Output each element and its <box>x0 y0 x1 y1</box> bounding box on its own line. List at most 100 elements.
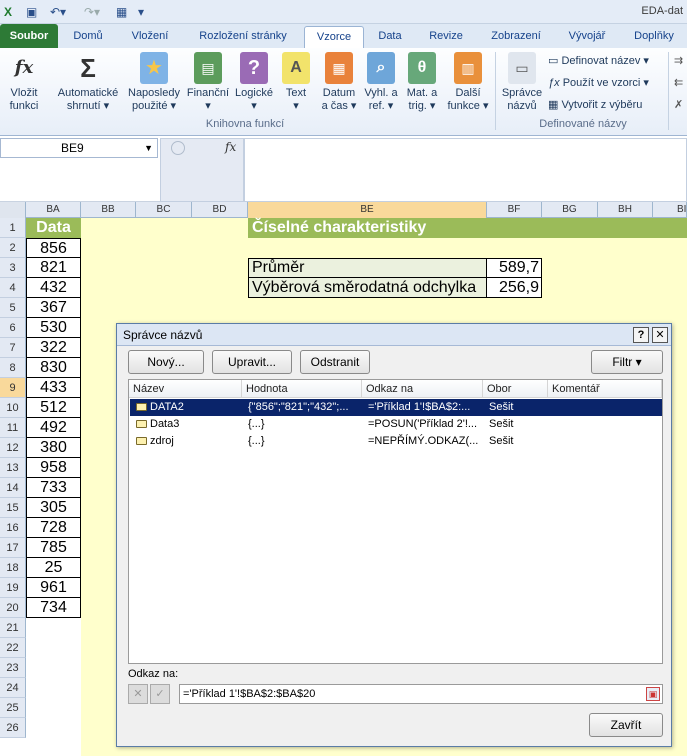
list-item[interactable]: DATA2 {"856";"821";"432";... ='Příklad 1… <box>130 399 662 416</box>
column-header-bd[interactable]: BD <box>192 202 248 218</box>
row-header[interactable]: 6 <box>0 318 26 338</box>
row-header[interactable]: 3 <box>0 258 26 278</box>
row-header[interactable]: 15 <box>0 498 26 518</box>
fx-icon[interactable]: fx <box>225 140 236 154</box>
text-button[interactable]: A Text ▾ <box>280 52 312 113</box>
col-name-header[interactable]: Název <box>129 380 242 398</box>
trace-icon[interactable]: ⇉ <box>674 53 683 69</box>
recently-used-button[interactable]: ★ Naposledy použité ▾ <box>124 52 184 113</box>
refers-to-input[interactable]: ='Příklad 1'!$BA$2:$BA$20 ▣ <box>179 684 663 704</box>
autosum-button[interactable]: Σ Automatické shrnutí ▾ <box>52 52 124 113</box>
column-header-be[interactable]: BE <box>248 202 487 218</box>
row-header[interactable]: 23 <box>0 658 26 678</box>
row-header[interactable]: 2 <box>0 238 26 258</box>
col-refers-header[interactable]: Odkaz na <box>362 380 483 398</box>
data-cell[interactable]: 322 <box>26 338 81 358</box>
tab-data[interactable]: Data <box>368 26 412 48</box>
define-name-button[interactable]: ▭ Definovat název ▾ <box>548 53 649 69</box>
tab-review[interactable]: Revize <box>416 26 476 48</box>
logical-button[interactable]: ? Logické ▾ <box>234 52 274 113</box>
tab-file[interactable]: Soubor <box>0 24 58 48</box>
data-cell[interactable]: 785 <box>26 538 81 558</box>
customize-qat-icon[interactable]: ▾ <box>138 4 144 20</box>
row-header[interactable]: 7 <box>0 338 26 358</box>
filter-button[interactable]: Filtr ▾ <box>591 350 663 374</box>
delete-button[interactable]: Odstranit <box>300 350 370 374</box>
expand-circle-icon[interactable] <box>171 141 185 155</box>
create-from-selection-button[interactable]: ▦ Vytvořit z výběru <box>548 97 642 113</box>
column-header-bf[interactable]: BF <box>487 202 542 218</box>
new-button[interactable]: Nový... <box>128 350 204 374</box>
use-in-formula-button[interactable]: ƒx Použít ve vzorci ▾ <box>548 75 649 91</box>
redo-icon[interactable]: ↷▾ <box>84 4 100 20</box>
data-cell[interactable]: 25 <box>26 558 81 578</box>
list-item[interactable]: zdroj {...} =NEPŘÍMÝ.ODKAZ(... Sešit <box>130 433 662 450</box>
cancel-edit-icon[interactable]: ✕ <box>128 684 148 704</box>
column-header-bh[interactable]: BH <box>598 202 653 218</box>
column-header-bi[interactable]: BI <box>653 202 687 218</box>
collapse-dialog-icon[interactable]: ▣ <box>646 687 660 701</box>
list-item[interactable]: Data3 {...} =POSUN('Příklad 2'!... Sešit <box>130 416 662 433</box>
row-header[interactable]: 9 <box>0 378 26 398</box>
row-header[interactable]: 10 <box>0 398 26 418</box>
math-trig-button[interactable]: θ Mat. a trig. ▾ <box>404 52 440 113</box>
tab-page-layout[interactable]: Rozložení stránky <box>186 26 300 48</box>
data-cell[interactable]: 733 <box>26 478 81 498</box>
data-cell[interactable]: 432 <box>26 278 81 298</box>
data-cell[interactable]: 728 <box>26 518 81 538</box>
undo-icon[interactable]: ↶▾ <box>50 4 66 20</box>
column-header-bc[interactable]: BC <box>136 202 192 218</box>
row-header[interactable]: 26 <box>0 718 26 738</box>
save-icon[interactable]: ▣ <box>26 4 37 20</box>
row-header[interactable]: 20 <box>0 598 26 618</box>
data-cell[interactable]: 367 <box>26 298 81 318</box>
data-cell[interactable]: 856 <box>26 238 81 258</box>
row-header[interactable]: 19 <box>0 578 26 598</box>
financial-button[interactable]: ▤ Finanční ▾ <box>186 52 230 113</box>
tab-formulas[interactable]: Vzorce <box>304 26 364 48</box>
row-header[interactable]: 24 <box>0 678 26 698</box>
row-header[interactable]: 18 <box>0 558 26 578</box>
row-header[interactable]: 8 <box>0 358 26 378</box>
column-header-bg[interactable]: BG <box>542 202 598 218</box>
tab-insert[interactable]: Vložení <box>118 26 182 48</box>
more-functions-button[interactable]: ▥ Další funkce ▾ <box>444 52 492 113</box>
insert-function-button[interactable]: fx Vložit funkci <box>4 52 44 113</box>
help-button[interactable]: ? <box>633 327 649 343</box>
data-cell[interactable]: 958 <box>26 458 81 478</box>
names-list[interactable]: Název Hodnota Odkaz na Obor Komentář DAT… <box>128 379 663 664</box>
column-header-ba[interactable]: BA <box>26 202 81 218</box>
row-header[interactable]: 5 <box>0 298 26 318</box>
trace-dep-icon[interactable]: ⇇ <box>674 75 683 91</box>
tab-home[interactable]: Domů <box>62 26 114 48</box>
row-header[interactable]: 16 <box>0 518 26 538</box>
remove-arrows-icon[interactable]: ✗ <box>674 97 683 113</box>
row-header[interactable]: 1 <box>0 218 26 238</box>
data-cell[interactable]: 530 <box>26 318 81 338</box>
close-x-button[interactable]: ✕ <box>652 327 668 343</box>
data-cell[interactable]: 734 <box>26 598 81 618</box>
tab-addins[interactable]: Doplňky <box>622 26 686 48</box>
row-header[interactable]: 14 <box>0 478 26 498</box>
row-header[interactable]: 21 <box>0 618 26 638</box>
row-header[interactable]: 13 <box>0 458 26 478</box>
data-cell[interactable]: 512 <box>26 398 81 418</box>
row-header[interactable]: 11 <box>0 418 26 438</box>
lookup-button[interactable]: ⌕ Vyhl. a ref. ▾ <box>362 52 400 113</box>
datetime-button[interactable]: ▦ Datum a čas ▾ <box>318 52 360 113</box>
col-value-header[interactable]: Hodnota <box>242 380 362 398</box>
chevron-down-icon[interactable]: ▼ <box>144 139 153 157</box>
select-all-corner[interactable] <box>0 202 26 218</box>
tab-view[interactable]: Zobrazení <box>480 26 552 48</box>
data-cell[interactable]: 380 <box>26 438 81 458</box>
name-box[interactable]: BE9 ▼ <box>0 138 158 158</box>
col-comment-header[interactable]: Komentář <box>548 380 662 398</box>
data-cell[interactable]: 305 <box>26 498 81 518</box>
data-cell[interactable]: 821 <box>26 258 81 278</box>
data-cell[interactable]: 961 <box>26 578 81 598</box>
form-icon[interactable]: ▦ <box>116 4 127 20</box>
edit-button[interactable]: Upravit... <box>212 350 292 374</box>
formula-input[interactable] <box>244 138 687 202</box>
close-button[interactable]: Zavřít <box>589 713 663 737</box>
row-header[interactable]: 25 <box>0 698 26 718</box>
